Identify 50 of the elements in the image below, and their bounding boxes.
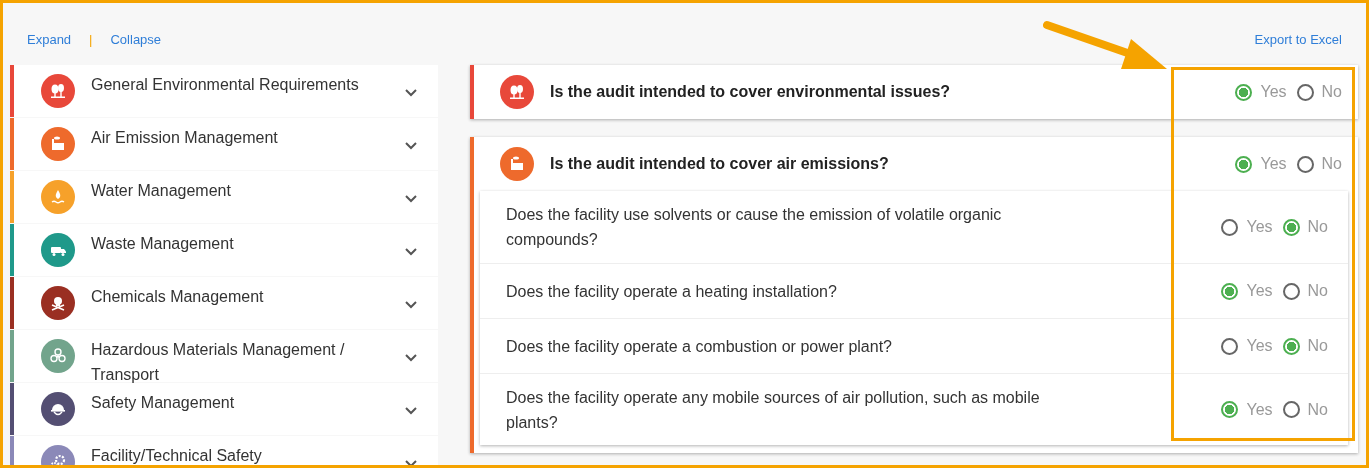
category-item[interactable]: Facility/Technical Safety: [10, 436, 438, 465]
category-item[interactable]: Safety Management: [10, 383, 438, 435]
radio-option[interactable]: Yes: [1221, 218, 1273, 236]
category-label: Water Management: [91, 181, 232, 201]
category-label: General Environmental Requirements: [91, 75, 360, 95]
radio-label: No: [1321, 83, 1342, 101]
link-separator: |: [89, 31, 93, 47]
radio-option[interactable]: Yes: [1235, 83, 1287, 101]
collapse-link[interactable]: Collapse: [110, 31, 162, 47]
category-label: Chemicals Management: [91, 287, 265, 307]
radio-label: No: [1307, 400, 1328, 419]
radio-label: No: [1321, 155, 1342, 173]
radio-label: Yes: [1246, 400, 1273, 419]
radio-label: No: [1307, 218, 1328, 236]
expand-link[interactable]: Expand: [27, 31, 72, 47]
category-item[interactable]: Hazardous Materials Management / Transport: [10, 330, 438, 382]
category-label: Waste Management: [91, 234, 235, 254]
radio-option[interactable]: No: [1282, 282, 1328, 300]
category-label: Facility/Technical Safety: [91, 446, 263, 465]
radio-label: Yes: [1246, 282, 1273, 300]
question-text: Is the audit intended to cover air emissions?: [550, 155, 890, 173]
category-item[interactable]: Chemicals Management: [10, 277, 438, 329]
category-label: Air Emission Management: [91, 128, 279, 148]
category-label: Hazardous Materials Management / Transport: [91, 340, 346, 385]
radio-option[interactable]: No: [1296, 155, 1342, 173]
radio-option[interactable]: Yes: [1221, 282, 1273, 300]
radio-option[interactable]: Yes: [1221, 400, 1273, 419]
radio-option[interactable]: No: [1282, 218, 1328, 236]
radio-label: Yes: [1246, 337, 1273, 355]
radio-label: No: [1307, 337, 1328, 355]
radio-label: Yes: [1260, 83, 1287, 101]
category-item[interactable]: Waste Management: [10, 224, 438, 276]
export-link[interactable]: Export to Excel: [1254, 31, 1342, 47]
subquestion-text: Does the facility operate a heating installation?: [506, 281, 838, 302]
subquestion-text: Does the facility operate a combustion or power plant?: [506, 336, 893, 357]
radio-option[interactable]: Yes: [1221, 337, 1273, 355]
radio-label: Yes: [1246, 218, 1273, 236]
radio-label: No: [1307, 282, 1328, 300]
category-item[interactable]: Water Management: [10, 171, 438, 223]
radio-option[interactable]: No: [1282, 400, 1328, 419]
subquestion-text: Does the facility use solvents or cause the emission of volatile organic compounds?: [506, 205, 1003, 250]
radio-label: Yes: [1260, 155, 1287, 173]
subquestion-text: Does the facility operate any mobile sources of air pollution, such as mobile plants?: [506, 387, 1041, 433]
category-item[interactable]: General Environmental Requirements: [10, 65, 438, 117]
radio-option[interactable]: No: [1282, 337, 1328, 355]
radio-option[interactable]: Yes: [1235, 155, 1287, 173]
category-label: Safety Management: [91, 393, 236, 413]
category-item[interactable]: Air Emission Management: [10, 118, 438, 170]
question-text: Is the audit intended to cover environmental issues?: [550, 83, 952, 101]
radio-option[interactable]: No: [1296, 83, 1342, 101]
